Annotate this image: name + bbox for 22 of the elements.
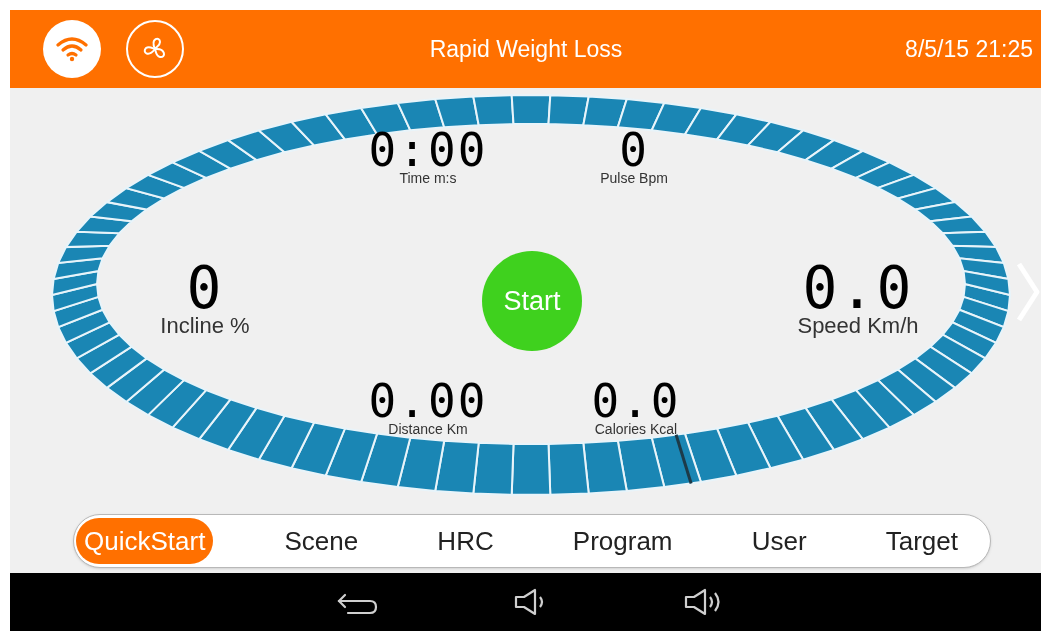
readout-label: Time m:s: [399, 170, 457, 186]
digital-readout: 0.00: [368, 381, 488, 421]
readout-label: Distance Km: [388, 421, 468, 437]
digital-readout: 0:00: [368, 130, 488, 170]
tab[interactable]: Target: [877, 518, 966, 564]
tab[interactable]: HRC: [429, 518, 502, 564]
digital-readout: 0.0: [802, 263, 914, 313]
readout-label: Incline %: [160, 313, 250, 339]
back-icon[interactable]: [336, 593, 378, 615]
fan-icon[interactable]: [126, 20, 184, 78]
wifi-icon[interactable]: [43, 20, 101, 78]
tab[interactable]: Program: [564, 518, 681, 564]
screen-title: Rapid Weight Loss: [428, 34, 624, 64]
digital-readout: 0.0: [591, 381, 681, 421]
digital-readout: 0: [619, 130, 649, 170]
readout-label: Pulse Bpm: [600, 170, 668, 186]
readout-label: Speed Km/h: [797, 313, 919, 339]
tab[interactable]: Scene: [276, 518, 367, 564]
readout-label: Calories Kcal: [594, 421, 678, 437]
tab[interactable]: User: [743, 518, 815, 564]
digital-readout: 0: [186, 263, 224, 313]
date-time: 8/5/15 21:25: [905, 34, 1033, 64]
